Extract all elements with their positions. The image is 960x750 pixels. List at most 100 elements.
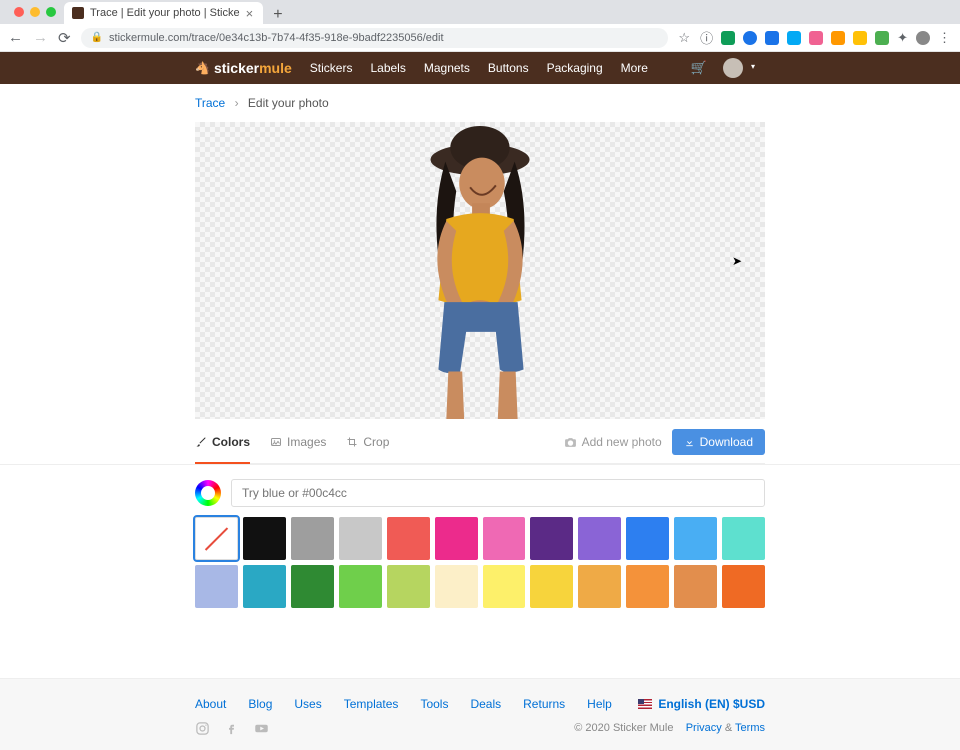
nav-more[interactable]: More xyxy=(621,61,648,75)
footer: About Blog Uses Templates Tools Deals Returns H… xyxy=(0,678,960,750)
copyright-text: © 2020 Sticker Mule xyxy=(574,722,673,734)
user-avatar[interactable] xyxy=(723,58,743,78)
tab-crop-label: Crop xyxy=(363,435,389,449)
swatch-light-orange[interactable] xyxy=(578,565,621,608)
footer-link-templates[interactable]: Templates xyxy=(344,697,399,711)
swatch-orange[interactable] xyxy=(626,565,669,608)
browser-nav: ← → ⟳ xyxy=(8,29,71,47)
tab-close-icon[interactable]: × xyxy=(246,6,254,21)
ext-icon[interactable] xyxy=(787,31,801,45)
swatch-cyan[interactable] xyxy=(243,565,286,608)
tab-images[interactable]: Images xyxy=(270,435,326,449)
tab-colors[interactable]: Colors xyxy=(195,435,250,449)
maximize-window-icon[interactable] xyxy=(46,7,56,17)
nav-buttons[interactable]: Buttons xyxy=(488,61,529,75)
minimize-window-icon[interactable] xyxy=(30,7,40,17)
crop-icon xyxy=(346,436,358,448)
download-icon xyxy=(684,437,695,448)
profile-avatar-icon[interactable] xyxy=(916,31,930,45)
brand-prefix: sticker xyxy=(214,60,259,76)
image-icon xyxy=(270,436,282,448)
footer-link-uses[interactable]: Uses xyxy=(294,697,321,711)
cart-icon[interactable]: 🛒 xyxy=(691,60,707,76)
swatch-blue[interactable] xyxy=(626,517,669,560)
camera-icon xyxy=(564,436,577,449)
swatch-magenta[interactable] xyxy=(435,517,478,560)
ext-icon[interactable] xyxy=(809,31,823,45)
footer-link-help[interactable]: Help xyxy=(587,697,612,711)
swatch-olive[interactable] xyxy=(387,565,430,608)
new-tab-button[interactable]: + xyxy=(263,6,292,24)
locale-selector[interactable]: English (EN) $USD xyxy=(638,697,765,711)
ext-icon[interactable] xyxy=(875,31,889,45)
facebook-icon[interactable] xyxy=(224,721,239,736)
nav-stickers[interactable]: Stickers xyxy=(310,61,353,75)
ext-icon[interactable] xyxy=(743,31,757,45)
tab-crop[interactable]: Crop xyxy=(346,435,389,449)
ext-icon[interactable] xyxy=(721,31,735,45)
address-bar[interactable]: 🔒 stickermule.com/trace/0e34c13b-7b74-4f… xyxy=(81,28,669,48)
breadcrumb-current: Edit your photo xyxy=(248,96,329,110)
social-links xyxy=(195,721,270,736)
swatch-dark-green[interactable] xyxy=(291,565,334,608)
swatch-black[interactable] xyxy=(243,517,286,560)
terms-link[interactable]: Terms xyxy=(735,722,765,734)
close-window-icon[interactable] xyxy=(14,7,24,17)
browser-toolbar: ← → ⟳ 🔒 stickermule.com/trace/0e34c13b-7… xyxy=(0,24,960,52)
color-wheel-icon[interactable] xyxy=(195,480,221,506)
add-photo-button[interactable]: Add new photo xyxy=(564,435,662,449)
youtube-icon[interactable] xyxy=(253,721,270,736)
swatch-gray[interactable] xyxy=(339,517,382,560)
ext-icon[interactable] xyxy=(831,31,845,45)
photo-canvas[interactable] xyxy=(195,122,765,419)
swatch-purple[interactable] xyxy=(578,517,621,560)
swatch-pink[interactable] xyxy=(483,517,526,560)
swatch-dark-gray[interactable] xyxy=(291,517,334,560)
swatch-green[interactable] xyxy=(339,565,382,608)
swatch-cream[interactable] xyxy=(435,565,478,608)
star-icon[interactable]: ☆ xyxy=(678,30,690,46)
footer-link-returns[interactable]: Returns xyxy=(523,697,565,711)
browser-tab[interactable]: Trace | Edit your photo | Sticke × xyxy=(64,2,263,24)
swatch-yellow[interactable] xyxy=(530,565,573,608)
reload-icon[interactable]: ⟳ xyxy=(58,29,71,47)
ext-icon[interactable] xyxy=(765,31,779,45)
privacy-link[interactable]: Privacy xyxy=(686,722,722,734)
url-text: stickermule.com/trace/0e34c13b-7b74-4f35… xyxy=(109,32,444,44)
ext-icon[interactable]: ⓘ xyxy=(700,28,713,47)
download-label: Download xyxy=(700,435,753,449)
instagram-icon[interactable] xyxy=(195,721,210,736)
footer-link-blog[interactable]: Blog xyxy=(248,697,272,711)
logo[interactable]: 🐴 stickermule xyxy=(195,60,292,76)
brand-suffix: mule xyxy=(259,60,292,76)
ext-icon[interactable] xyxy=(853,31,867,45)
color-input[interactable] xyxy=(231,479,765,507)
browser-chrome: Trace | Edit your photo | Sticke × + ← →… xyxy=(0,0,960,52)
swatch-dark-purple[interactable] xyxy=(530,517,573,560)
swatch-transparent[interactable] xyxy=(195,517,238,560)
nav-labels[interactable]: Labels xyxy=(370,61,405,75)
kebab-menu-icon[interactable]: ⋮ xyxy=(938,30,952,46)
swatch-tan-orange[interactable] xyxy=(674,565,717,608)
color-editor xyxy=(195,465,765,638)
flag-icon xyxy=(638,699,652,709)
breadcrumb-root[interactable]: Trace xyxy=(195,96,225,110)
footer-link-tools[interactable]: Tools xyxy=(420,697,448,711)
swatch-lemon[interactable] xyxy=(483,565,526,608)
extensions-icon[interactable]: ✦ xyxy=(897,30,908,46)
back-icon[interactable]: ← xyxy=(8,29,23,47)
forward-icon[interactable]: → xyxy=(33,29,48,47)
nav-packaging[interactable]: Packaging xyxy=(547,61,603,75)
swatch-teal[interactable] xyxy=(722,517,765,560)
footer-link-deals[interactable]: Deals xyxy=(470,697,501,711)
locale-label: English (EN) $USD xyxy=(658,697,765,711)
swatch-periwinkle[interactable] xyxy=(195,565,238,608)
download-button[interactable]: Download xyxy=(672,429,765,455)
nav-magnets[interactable]: Magnets xyxy=(424,61,470,75)
mule-icon: 🐴 xyxy=(195,61,210,75)
primary-nav: Stickers Labels Magnets Buttons Packagin… xyxy=(310,61,648,75)
swatch-sky[interactable] xyxy=(674,517,717,560)
footer-link-about[interactable]: About xyxy=(195,697,226,711)
swatch-coral[interactable] xyxy=(387,517,430,560)
swatch-dark-orange[interactable] xyxy=(722,565,765,608)
